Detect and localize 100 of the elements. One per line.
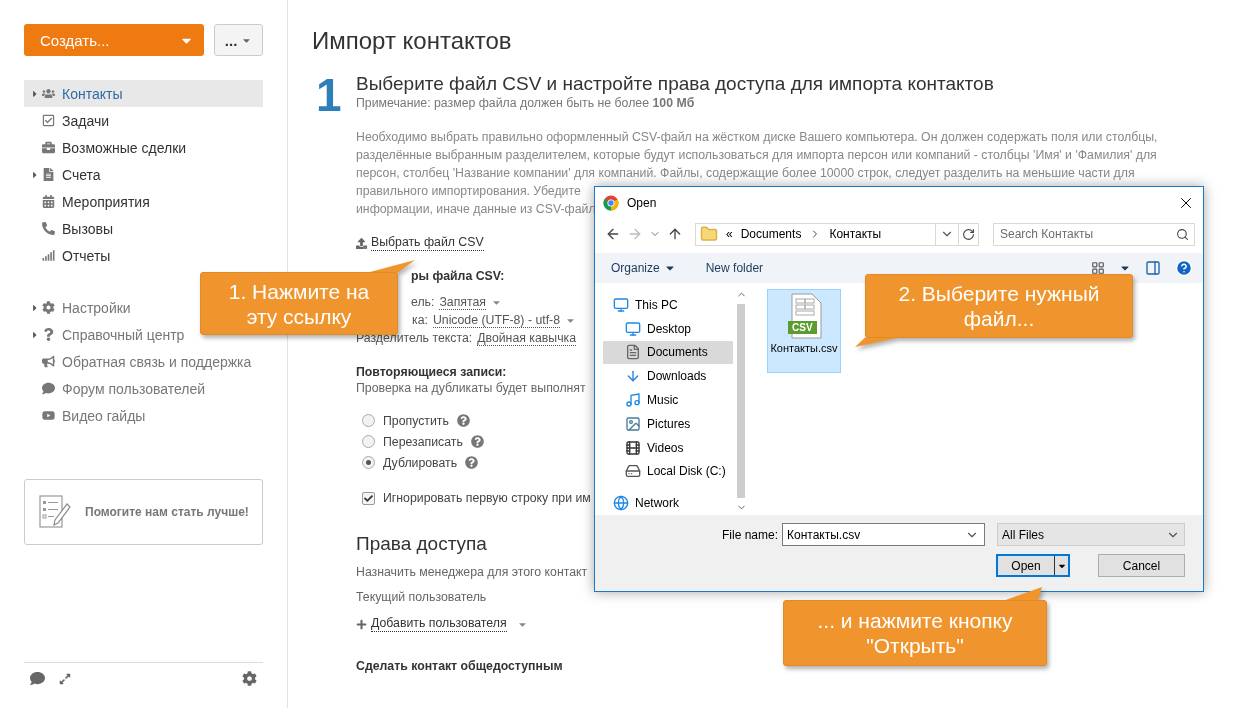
path-segment[interactable]: Контакты [829, 227, 882, 241]
image-icon [625, 415, 641, 432]
radio-button[interactable] [362, 456, 375, 469]
tree-item[interactable]: Desktop [603, 316, 733, 341]
document-icon [42, 168, 55, 181]
monitor-icon [625, 320, 641, 337]
document-icon [625, 344, 641, 361]
param-label: ель: [411, 295, 435, 309]
dialog-title: Open [627, 196, 658, 210]
megaphone-icon [42, 355, 55, 368]
users-icon [42, 87, 55, 100]
browser-logo-icon [603, 195, 619, 211]
checkbox[interactable] [362, 491, 375, 505]
tree-item[interactable]: Network [603, 491, 733, 515]
section-heading: Сделать контакт общедоступным [356, 659, 563, 673]
step-number: 1 [315, 73, 343, 117]
organize-button[interactable]: Organize [611, 261, 676, 275]
globe-icon [613, 495, 629, 512]
search-icon [1176, 227, 1189, 241]
address-bar[interactable]: « Documents Контакты [695, 222, 979, 246]
bar-chart-icon [42, 249, 55, 262]
radio-label: Дублировать [383, 455, 458, 470]
callout: 1. Нажмите на эту ссылку [200, 272, 398, 335]
file-name: Контакты.csv [769, 341, 839, 355]
tree-item[interactable]: Documents [603, 340, 733, 365]
tree-item[interactable]: Pictures [603, 411, 733, 436]
checklist-pencil-icon [39, 495, 71, 529]
more-button[interactable]: ... [214, 24, 263, 56]
radio-label: Перезаписать [383, 434, 463, 449]
description-line: разделённые выбранным разделителем, которые будут использоваться для импорта персон или компаний - столбцы 'Имя' и 'Фамилия' для [356, 147, 1157, 164]
up-arrow-icon[interactable] [667, 226, 683, 242]
help-icon [42, 328, 55, 341]
settings-icon[interactable] [242, 671, 257, 686]
new-folder-button[interactable]: New folder [705, 261, 764, 275]
page-title: Импорт контактов [312, 27, 513, 55]
tree-item[interactable]: This PC [603, 293, 733, 317]
phone-icon [42, 222, 55, 235]
plus-icon [356, 618, 367, 630]
tree-item[interactable]: Videos [603, 435, 733, 460]
choose-file-link[interactable]: Выбрать файл CSV [371, 235, 484, 251]
radio-button[interactable] [362, 414, 375, 427]
help-icon[interactable] [1175, 259, 1193, 277]
add-user-link[interactable]: Добавить пользователя [371, 616, 507, 632]
help-nav-item[interactable]: Настройки [24, 294, 135, 321]
file-item[interactable]: CSV Контакты.csv [767, 289, 841, 373]
description-line: информации, иначе данные из CSV-файл [356, 201, 596, 218]
chat-icon[interactable] [30, 671, 45, 686]
monitor-icon [613, 296, 629, 313]
cancel-button[interactable]: Cancel [1098, 554, 1185, 577]
help-nav-item[interactable]: Видео гайды [24, 402, 150, 429]
nav-item[interactable]: Контакты [24, 80, 263, 107]
help-nav-item[interactable]: Форум пользователей [24, 375, 210, 402]
view-icon[interactable] [1091, 261, 1105, 275]
radio-label: Пропустить [383, 413, 449, 428]
search-field[interactable]: Search Контакты [993, 222, 1195, 246]
description-line: правильного импортирования. Убедите [356, 183, 581, 200]
preview-pane-icon[interactable] [1145, 260, 1161, 276]
help-nav-item[interactable]: Справочный центр [24, 321, 189, 348]
file-name-field[interactable]: Контакты.csv [782, 523, 985, 546]
tree-item[interactable]: Music [603, 388, 733, 412]
speech-bubble-icon [42, 382, 55, 395]
open-button[interactable]: Open [996, 554, 1070, 577]
feedback-card-text: Помогите нам стать лучше! [85, 505, 249, 519]
nav-item[interactable]: Счета [24, 161, 263, 188]
settings-icon [42, 301, 55, 314]
file-type-select[interactable]: All Files [997, 523, 1185, 546]
expand-icon[interactable] [59, 672, 71, 685]
section-heading: ры файла CSV: [411, 269, 505, 283]
help-nav-item[interactable]: Обратная связь и поддержка [24, 348, 256, 375]
calendar-icon [42, 195, 55, 208]
path-segment[interactable]: Documents [740, 227, 802, 241]
help-icon[interactable] [470, 435, 484, 448]
manager-note: Назначить менеджера для этого контакт [356, 565, 588, 579]
param-select[interactable]: Unicode (UTF-8) - utf-8 [432, 312, 560, 328]
briefcase-icon [42, 141, 55, 154]
param-select[interactable]: Запятая [439, 294, 486, 310]
section-heading: Повторяющиеся записи: [356, 365, 507, 379]
file-name-label: File name: [721, 527, 778, 542]
hard-drive-icon [625, 463, 641, 480]
param-select[interactable]: Двойная кавычка [477, 330, 577, 346]
section-title: Права доступа [356, 533, 487, 555]
description-line: персон, столбец 'Название компании' для компаний. Файлы, содержащие более 10000 строк, следует разделить на меньшие части для [356, 165, 1135, 182]
nav-item[interactable]: Задачи [24, 107, 263, 134]
help-icon[interactable] [465, 456, 479, 469]
help-icon[interactable] [456, 414, 470, 427]
film-icon [625, 439, 641, 456]
radio-button[interactable] [362, 435, 375, 448]
nav-item[interactable]: Вызовы [24, 215, 263, 242]
nav-item[interactable]: Возможные сделки [24, 134, 263, 161]
music-note-icon [625, 392, 641, 408]
tree-item[interactable]: Local Disk (C:) [603, 459, 733, 484]
tree-item[interactable]: Downloads [603, 364, 733, 389]
description-line: Необходимо выбрать правильно оформленный CSV-файл на жёстком диске Вашего компьютера. Он должен содержать поля или столбцы, [356, 129, 1158, 146]
size-note: Примечание: размер файла должен быть не более 100 Мб [356, 96, 695, 110]
duplicates-note: Проверка на дубликаты будет выполнят [356, 381, 586, 395]
refresh-icon[interactable] [962, 227, 975, 241]
feedback-card[interactable]: Помогите нам стать лучше! [24, 479, 263, 545]
path-overflow[interactable]: « [726, 227, 733, 241]
nav-item[interactable]: Отчеты [24, 242, 263, 269]
nav-item[interactable]: Мероприятия [24, 188, 263, 215]
